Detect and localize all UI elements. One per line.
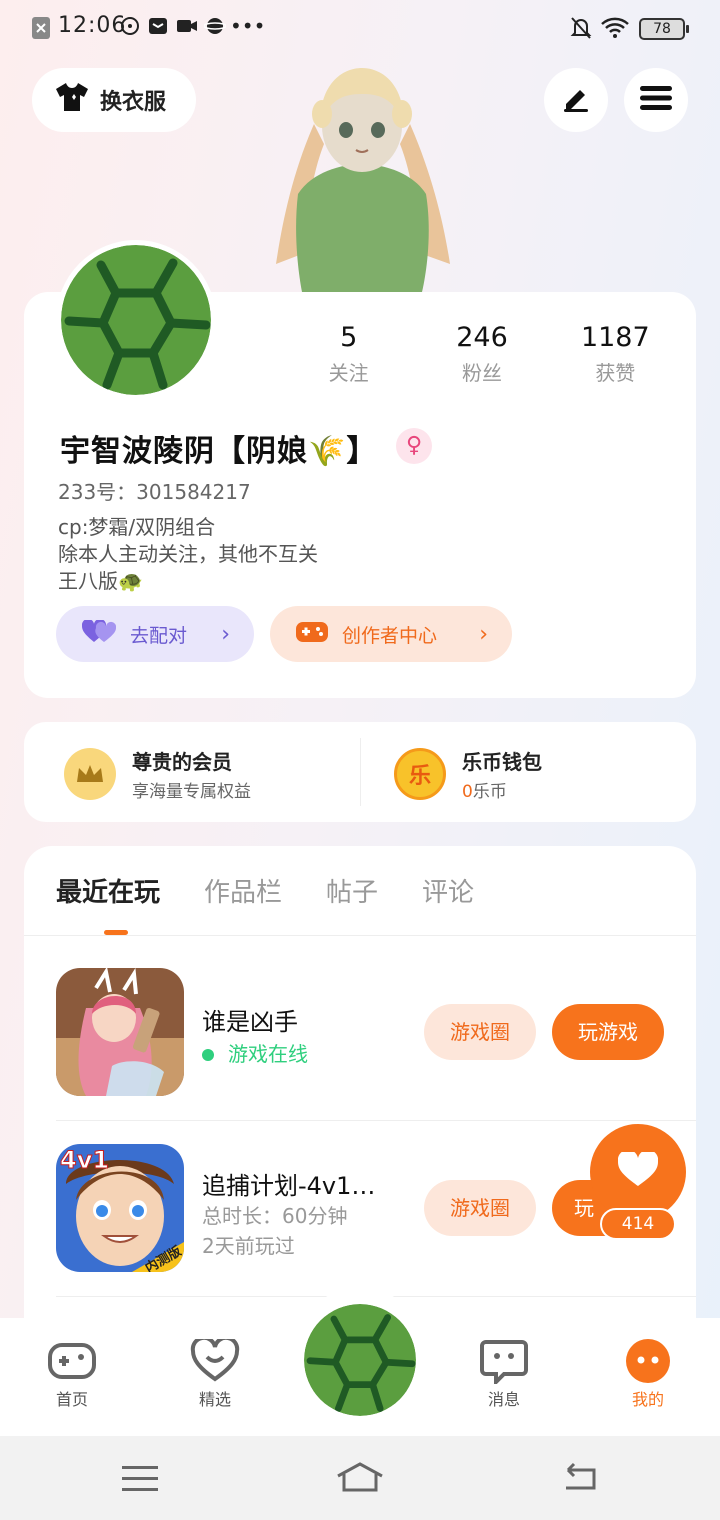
shirt-icon bbox=[54, 81, 90, 119]
coin-icon-char: 乐 bbox=[408, 764, 431, 789]
coin-wallet-title: 乐币钱包 bbox=[462, 750, 542, 774]
bio-line: 王八版🐢 bbox=[58, 569, 143, 593]
planet-icon bbox=[203, 16, 227, 42]
game-circle-button[interactable]: 游戏圈 bbox=[424, 1004, 536, 1060]
user-bio: cp:梦霜/双阴组合 除本人主动关注，其他不互关 王八版🐢 bbox=[58, 514, 318, 595]
creator-center-label: 创作者中心 bbox=[342, 624, 438, 647]
play-game-button[interactable]: 玩游戏 bbox=[552, 1004, 664, 1060]
vip-wallet-card: 尊贵的会员 享海量专属权益 乐 乐币钱包 0乐币 bbox=[24, 722, 696, 822]
heart-chat-nav-icon bbox=[170, 1336, 260, 1386]
hamburger-menu-icon bbox=[640, 84, 672, 116]
vip-title: 尊贵的会员 bbox=[132, 750, 232, 774]
online-dot-icon bbox=[202, 1049, 214, 1061]
nav-messages[interactable]: 消息 bbox=[459, 1336, 549, 1410]
change-outfit-button[interactable]: 换衣服 bbox=[32, 68, 196, 132]
game-title: 追捕计划-4v1… bbox=[202, 1172, 376, 1200]
coin-amount: 0 bbox=[462, 782, 473, 802]
nav-me-label: 我的 bbox=[631, 1390, 664, 1409]
username: 宇智波陵阴【阴娘🌾】 bbox=[60, 434, 378, 469]
tab-recently-played[interactable]: 最近在玩 bbox=[56, 872, 160, 909]
avatar-figure[interactable] bbox=[262, 54, 462, 292]
hearts-icon bbox=[81, 618, 117, 649]
online-status: 游戏在线 bbox=[202, 1038, 308, 1067]
vip-membership-entry[interactable]: 尊贵的会员 享海量专属权益 bbox=[64, 746, 251, 802]
coin-wallet-entry[interactable]: 乐 乐币钱包 0乐币 bbox=[394, 746, 542, 802]
edit-button[interactable] bbox=[544, 68, 608, 132]
creator-center-button[interactable]: 创作者中心 › bbox=[270, 606, 512, 662]
following-count: 5 bbox=[340, 322, 358, 353]
chevron-right-icon: › bbox=[221, 621, 230, 647]
chat-icon bbox=[120, 16, 140, 42]
message-nav-icon bbox=[459, 1336, 549, 1386]
menu-button[interactable] bbox=[624, 68, 688, 132]
nav-featured[interactable]: 精选 bbox=[170, 1336, 260, 1410]
coin-unit: 乐币 bbox=[472, 782, 507, 802]
play-duration: 总时长：60分钟 bbox=[202, 1204, 348, 1228]
game-circle-button[interactable]: 游戏圈 bbox=[424, 1180, 536, 1236]
mail-icon bbox=[148, 16, 168, 42]
tab-works[interactable]: 作品栏 bbox=[204, 872, 282, 909]
like-fab-button[interactable] bbox=[590, 1124, 686, 1220]
nav-home[interactable]: 首页 bbox=[27, 1336, 117, 1410]
clock: 12:06 bbox=[58, 13, 127, 38]
followers-count: 246 bbox=[456, 322, 508, 353]
likes-count: 1187 bbox=[580, 322, 650, 353]
profile-avatar[interactable] bbox=[56, 240, 216, 400]
following-label: 关注 bbox=[328, 361, 369, 385]
video-icon bbox=[176, 16, 198, 42]
system-navigation-bar bbox=[0, 1436, 720, 1520]
nav-messages-label: 消息 bbox=[487, 1390, 520, 1409]
battery-indicator: 78 bbox=[639, 18, 689, 40]
coin-balance: 0乐币 bbox=[462, 777, 542, 802]
match-button[interactable]: 去配对 › bbox=[56, 606, 254, 662]
female-gender-icon: ♀ bbox=[396, 428, 432, 464]
gamepad-nav-icon bbox=[27, 1336, 117, 1386]
profile-tabs: 最近在玩 作品栏 帖子 评论 bbox=[56, 872, 474, 909]
tab-posts[interactable]: 帖子 bbox=[326, 872, 378, 909]
bio-line: 除本人主动关注，其他不互关 bbox=[58, 542, 318, 566]
pen-icon bbox=[560, 82, 592, 118]
game-icon-badge: 4v1 bbox=[59, 1146, 110, 1175]
bio-line: cp:梦霜/双阴组合 bbox=[58, 515, 216, 539]
nav-featured-label: 精选 bbox=[198, 1390, 231, 1409]
more-notifications-icon: ••• bbox=[230, 14, 266, 38]
online-status-label: 游戏在线 bbox=[228, 1042, 308, 1066]
nav-center-avatar-button[interactable] bbox=[304, 1304, 416, 1416]
followers-label: 粉丝 bbox=[461, 361, 502, 385]
divider bbox=[360, 738, 361, 806]
list-item[interactable]: 谁是凶手 游戏在线 游戏圈 玩游戏 bbox=[56, 968, 696, 1096]
gamepad-icon bbox=[296, 620, 328, 649]
user-id: 233号：301584217 bbox=[58, 480, 251, 504]
like-count: 414 bbox=[600, 1208, 676, 1240]
back-system-icon[interactable] bbox=[560, 1462, 598, 1498]
recent-apps-icon[interactable] bbox=[122, 1466, 158, 1496]
last-played: 2天前玩过 bbox=[202, 1234, 295, 1258]
tabs-divider bbox=[24, 935, 696, 936]
heart-icon bbox=[617, 1149, 659, 1192]
match-label: 去配对 bbox=[130, 624, 188, 647]
crown-icon bbox=[64, 748, 116, 800]
change-outfit-label: 换衣服 bbox=[100, 90, 167, 115]
wifi-icon bbox=[600, 16, 630, 44]
following-stat[interactable]: 5 关注 bbox=[282, 322, 415, 386]
game-icon-whodunit[interactable] bbox=[56, 968, 184, 1096]
game-icon-pursuit[interactable]: 4v1 内测版 bbox=[56, 1144, 184, 1272]
vip-subtitle: 享海量专属权益 bbox=[132, 782, 251, 802]
home-system-icon[interactable] bbox=[336, 1462, 384, 1496]
nav-me[interactable]: 我的 bbox=[603, 1336, 693, 1410]
followers-stat[interactable]: 246 粉丝 bbox=[415, 322, 548, 386]
tab-comments[interactable]: 评论 bbox=[422, 872, 474, 909]
me-nav-icon bbox=[603, 1336, 693, 1386]
close-notification-icon bbox=[32, 17, 50, 45]
profile-stats: 5 关注 246 粉丝 1187 获赞 bbox=[282, 322, 682, 386]
likes-stat[interactable]: 1187 获赞 bbox=[549, 322, 682, 386]
game-title: 谁是凶手 bbox=[202, 1008, 298, 1036]
status-bar: 12:06 ••• 78 bbox=[0, 0, 720, 56]
coin-icon: 乐 bbox=[394, 748, 446, 800]
mute-icon bbox=[570, 16, 592, 46]
row-divider bbox=[56, 1120, 696, 1121]
nav-home-label: 首页 bbox=[55, 1390, 88, 1409]
chevron-right-icon: › bbox=[479, 621, 488, 647]
likes-label: 获赞 bbox=[595, 361, 636, 385]
